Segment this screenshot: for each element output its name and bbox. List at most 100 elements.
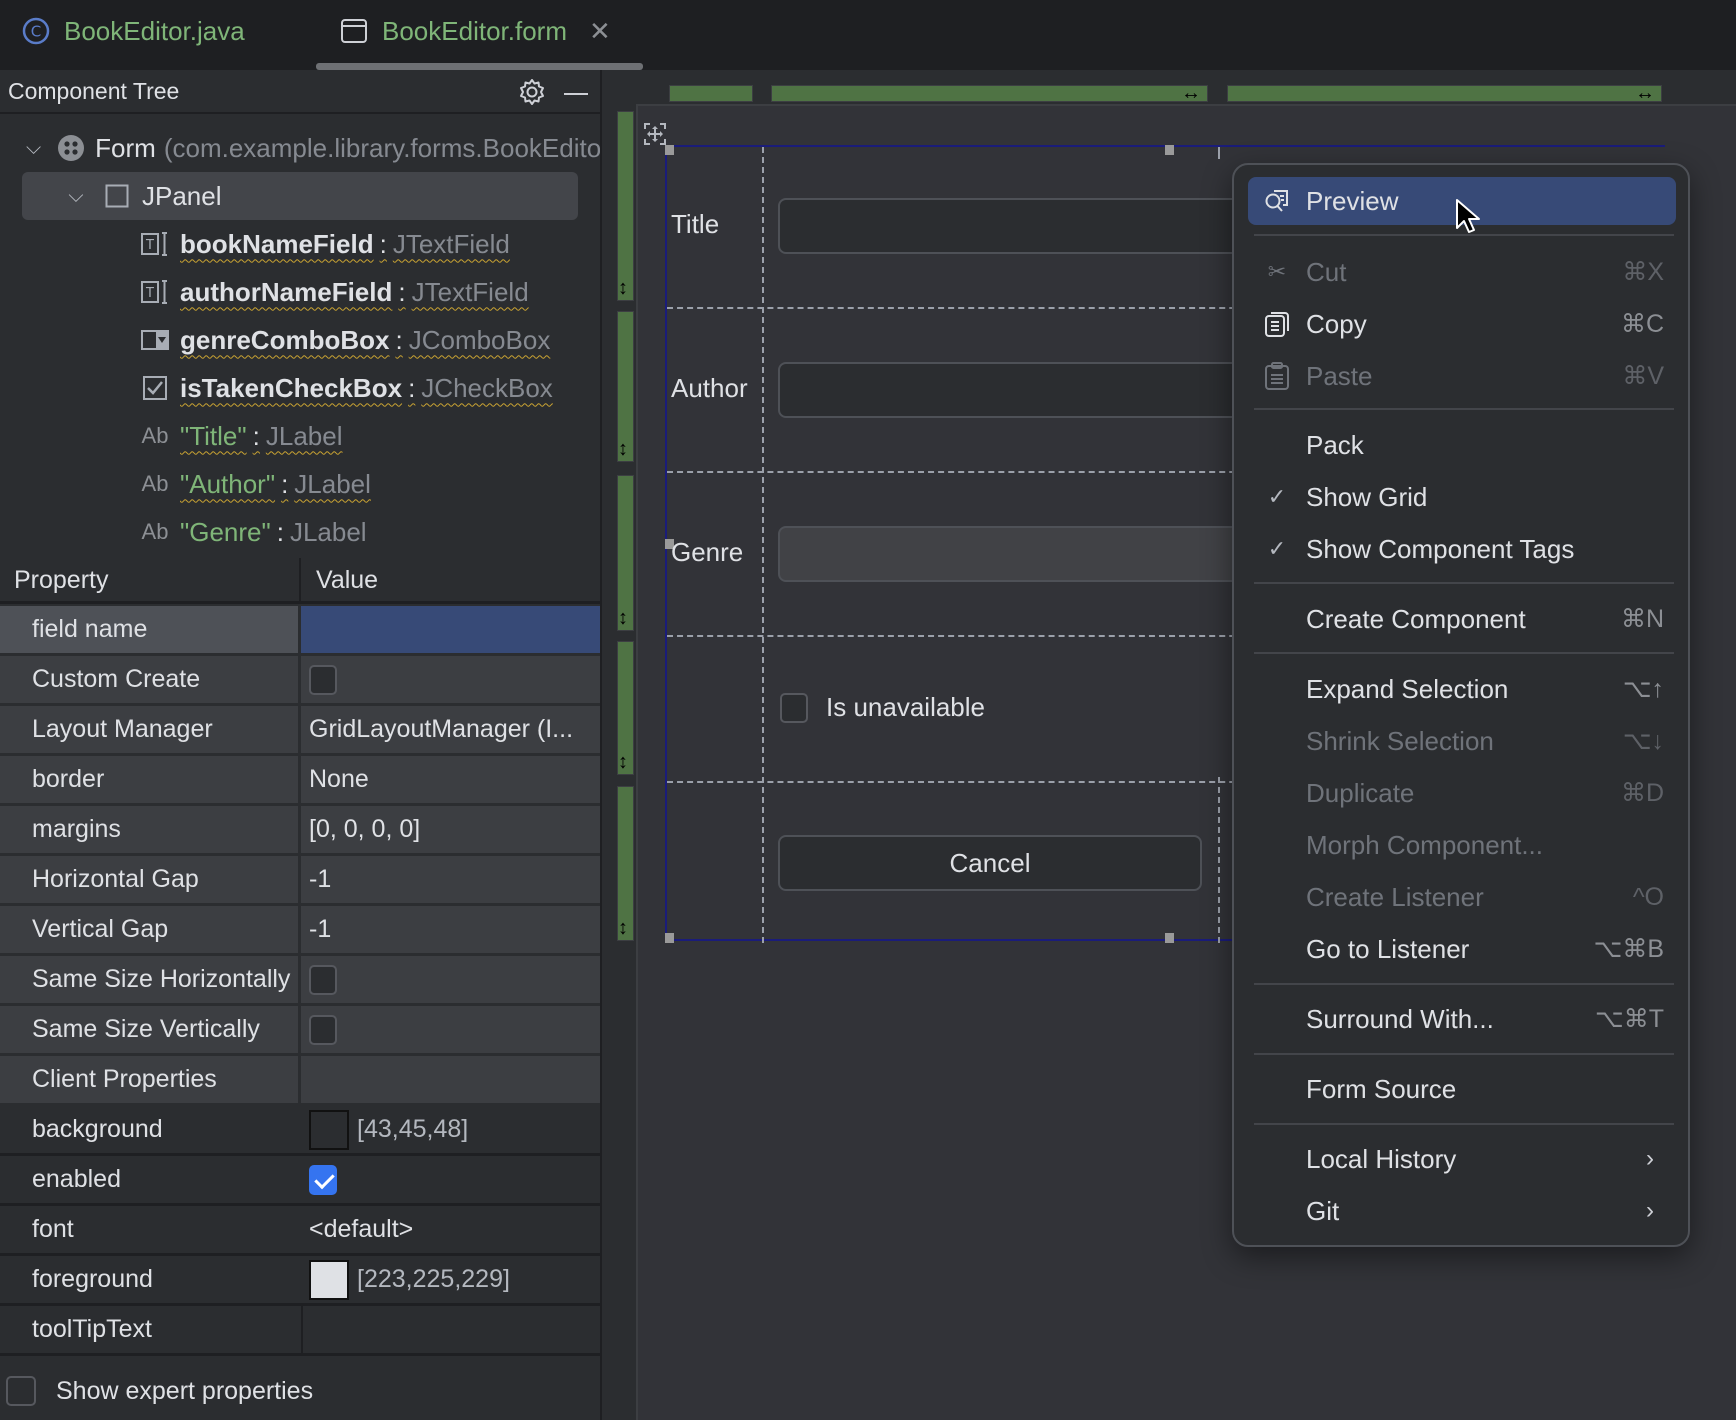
- chevron-down-icon[interactable]: ⌵: [26, 137, 41, 160]
- checkbox-box[interactable]: [780, 692, 808, 723]
- selection-handle[interactable]: [1165, 145, 1174, 155]
- row-ruler-5[interactable]: ↕: [617, 786, 634, 941]
- menu-item-shrink-selection[interactable]: Shrink Selection ⌥↓: [1248, 717, 1676, 765]
- tree-item-booknamefield[interactable]: T bookNameField: JTextField: [0, 222, 600, 266]
- property-row-vertical-gap[interactable]: Vertical Gap -1: [0, 906, 600, 956]
- column-ruler-2[interactable]: ↔: [771, 83, 1208, 103]
- menu-item-expand-selection[interactable]: Expand Selection ⌥↑: [1248, 665, 1676, 713]
- tree-item-author-label[interactable]: Ab "Author": JLabel: [0, 462, 600, 506]
- property-value[interactable]: None: [301, 756, 600, 803]
- property-row-horizontal-gap[interactable]: Horizontal Gap -1: [0, 856, 600, 906]
- property-value[interactable]: <default>: [301, 1206, 600, 1253]
- author-label[interactable]: Author: [671, 373, 748, 404]
- same-size-horizontally-checkbox[interactable]: [309, 964, 337, 995]
- selection-handle[interactable]: [665, 933, 674, 943]
- menu-item-paste[interactable]: Paste ⌘V: [1248, 352, 1676, 400]
- property-value-input[interactable]: [301, 606, 600, 653]
- property-value[interactable]: [301, 1056, 600, 1103]
- resize-vertical-icon[interactable]: ↕: [618, 278, 628, 298]
- property-row-foreground[interactable]: foreground [223,225,229]: [0, 1256, 600, 1306]
- column-ruler-3[interactable]: ↔: [1227, 83, 1662, 103]
- menu-item-local-history[interactable]: Local History ›: [1248, 1135, 1676, 1183]
- property-row-font[interactable]: font <default>: [0, 1206, 600, 1256]
- tree-item-genre-label[interactable]: Ab "Genre": JLabel: [0, 510, 600, 554]
- chevron-down-icon[interactable]: ⌵: [64, 185, 88, 208]
- property-row-layout-manager[interactable]: Layout Manager GridLayoutManager (I...: [0, 706, 600, 756]
- move-icon[interactable]: [644, 121, 666, 152]
- property-value[interactable]: [301, 1306, 600, 1353]
- property-row-tooltiptext[interactable]: toolTipText: [0, 1306, 600, 1356]
- menu-item-show-component-tags[interactable]: ✓ Show Component Tags: [1248, 525, 1676, 573]
- row-ruler-4[interactable]: ↕: [617, 641, 634, 775]
- same-size-vertically-checkbox[interactable]: [309, 1014, 337, 1045]
- cancel-button[interactable]: Cancel: [778, 835, 1202, 891]
- property-row-same-size-horizontally[interactable]: Same Size Horizontally: [0, 956, 600, 1006]
- menu-item-show-grid[interactable]: ✓ Show Grid: [1248, 473, 1676, 521]
- property-value[interactable]: [0, 0, 0, 0]: [301, 806, 600, 853]
- row-ruler-3[interactable]: ↕: [617, 475, 634, 631]
- column-divider[interactable]: [299, 558, 301, 602]
- menu-item-git[interactable]: Git ›: [1248, 1187, 1676, 1235]
- property-row-same-size-vertically[interactable]: Same Size Vertically: [0, 1006, 600, 1056]
- enabled-checkbox[interactable]: [309, 1164, 337, 1195]
- tree-item-istakencheckbox[interactable]: isTakenCheckBox: JCheckBox: [0, 366, 600, 410]
- component-name: "Genre": [180, 516, 271, 547]
- minimize-icon[interactable]: [564, 93, 588, 95]
- column-header-value: Value: [316, 566, 379, 594]
- property-value[interactable]: GridLayoutManager (I...: [301, 706, 600, 753]
- resize-horizontal-icon[interactable]: ↔: [1635, 83, 1655, 103]
- property-row-margins[interactable]: + margins [0, 0, 0, 0]: [0, 806, 600, 856]
- tree-item-genrecombobox[interactable]: genreComboBox: JComboBox: [0, 318, 600, 362]
- row-ruler-1[interactable]: ↕: [617, 111, 634, 301]
- resize-vertical-icon[interactable]: ↕: [618, 608, 628, 628]
- row-ruler-2[interactable]: ↕: [617, 311, 634, 462]
- menu-item-copy[interactable]: Copy ⌘C: [1248, 300, 1676, 348]
- resize-horizontal-icon[interactable]: ↔: [1181, 83, 1201, 103]
- menu-item-cut[interactable]: ✂ Cut ⌘X: [1248, 248, 1676, 296]
- resize-vertical-icon[interactable]: ↕: [618, 752, 628, 772]
- menu-item-label: Cut: [1306, 256, 1347, 287]
- property-row-border[interactable]: + border None: [0, 756, 600, 806]
- property-row-client-properties[interactable]: + Client Properties: [0, 1056, 600, 1106]
- selection-handle[interactable]: [1165, 933, 1174, 943]
- is-taken-checkbox[interactable]: Is unavailable: [780, 692, 985, 723]
- menu-item-create-listener[interactable]: Create Listener ^O: [1248, 873, 1676, 921]
- title-label[interactable]: Title: [671, 209, 719, 240]
- tree-item-jpanel[interactable]: ⌵ JPanel: [0, 174, 600, 218]
- resize-vertical-icon[interactable]: ↕: [618, 439, 628, 459]
- menu-item-duplicate[interactable]: Duplicate ⌘D: [1248, 769, 1676, 817]
- selection-handle[interactable]: [665, 145, 674, 155]
- property-row-background[interactable]: background [43,45,48]: [0, 1106, 600, 1156]
- menu-item-label: Create Listener: [1306, 881, 1484, 912]
- property-row-custom-create[interactable]: Custom Create: [0, 656, 600, 706]
- menu-item-go-to-listener[interactable]: Go to Listener ⌥⌘B: [1248, 925, 1676, 973]
- tab-bookeditor-java[interactable]: C BookEditor.java: [22, 0, 245, 62]
- property-row-enabled[interactable]: enabled: [0, 1156, 600, 1206]
- resize-vertical-icon[interactable]: ↕: [618, 918, 628, 938]
- component-name: "Title": [180, 420, 247, 451]
- close-icon[interactable]: ✕: [589, 16, 611, 47]
- show-expert-properties[interactable]: Show expert properties: [6, 1376, 313, 1406]
- tab-bookeditor-form[interactable]: BookEditor.form ✕: [340, 0, 611, 62]
- tree-item-authornamefield[interactable]: T authorNameField: JTextField: [0, 270, 600, 314]
- menu-item-form-source[interactable]: Form Source: [1248, 1065, 1676, 1113]
- menu-item-morph-component[interactable]: Morph Component...: [1248, 821, 1676, 869]
- show-expert-checkbox[interactable]: [6, 1376, 36, 1406]
- gear-icon[interactable]: [518, 78, 546, 113]
- tree-item-form[interactable]: ⌵ Form (com.example.library.forms.BookEd…: [0, 126, 600, 170]
- genre-label[interactable]: Genre: [671, 537, 743, 568]
- property-row-field-name[interactable]: field name: [0, 606, 600, 656]
- property-value[interactable]: -1: [301, 906, 600, 953]
- menu-item-surround-with[interactable]: Surround With... ⌥⌘T: [1248, 995, 1676, 1043]
- color-swatch[interactable]: [309, 1259, 349, 1300]
- column-ruler-1[interactable]: [669, 85, 753, 102]
- menu-item-shortcut: ⌘X: [1622, 258, 1664, 286]
- property-value[interactable]: -1: [301, 856, 600, 903]
- tree-item-title-label[interactable]: Ab "Title": JLabel: [0, 414, 600, 458]
- custom-create-checkbox[interactable]: [309, 664, 337, 695]
- menu-item-pack[interactable]: Pack: [1248, 421, 1676, 469]
- menu-item-create-component[interactable]: Create Component ⌘N: [1248, 595, 1676, 643]
- check-icon: ✓: [1267, 536, 1287, 561]
- component-type: JLabel: [289, 516, 367, 547]
- color-swatch[interactable]: [309, 1109, 349, 1150]
